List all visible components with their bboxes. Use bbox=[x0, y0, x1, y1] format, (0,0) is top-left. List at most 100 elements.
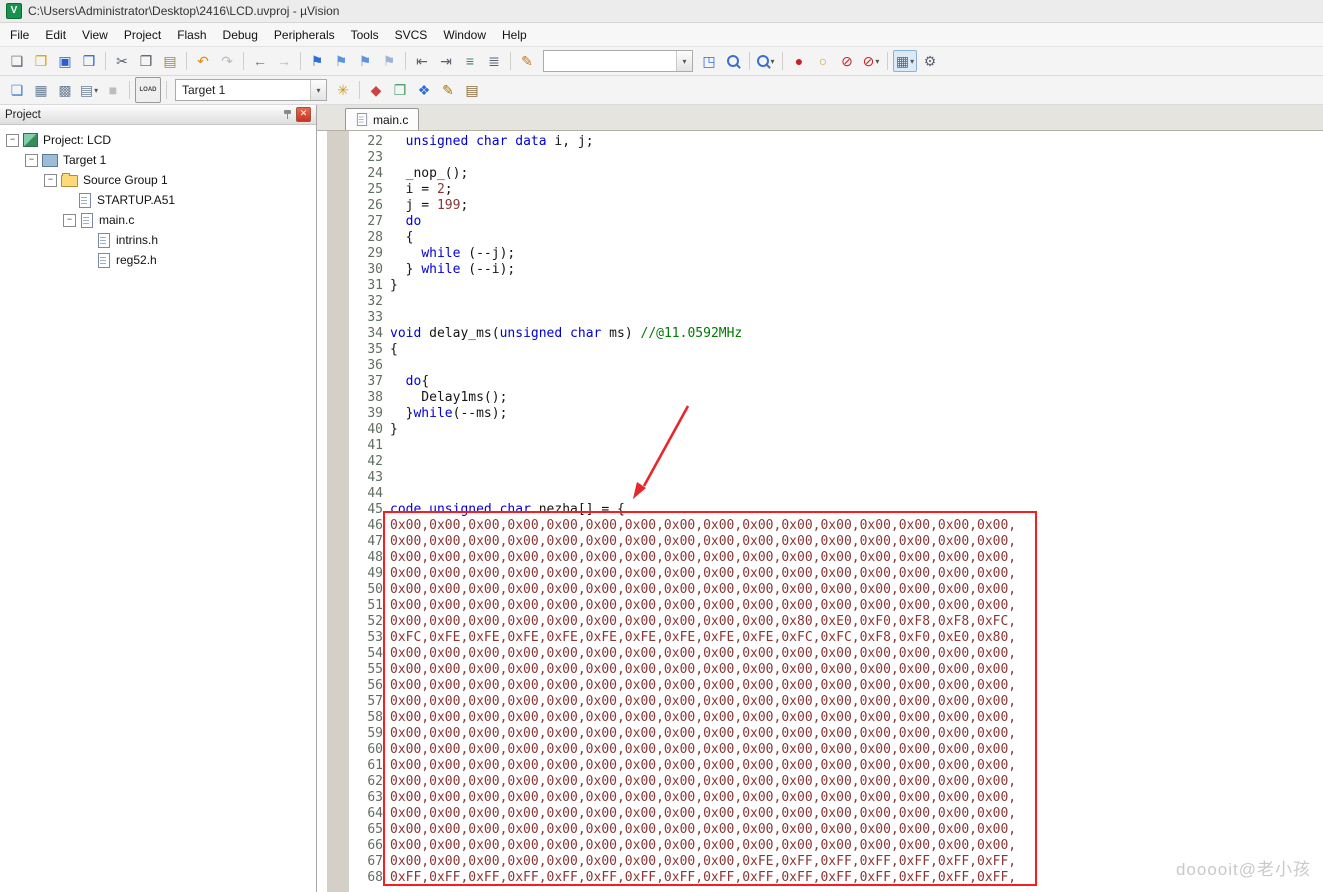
menu-file[interactable]: File bbox=[2, 25, 37, 45]
code-line[interactable]: 520x00,0x00,0x00,0x00,0x00,0x00,0x00,0x0… bbox=[317, 614, 1323, 630]
toggle-bookmark-icon[interactable]: ⚑ bbox=[306, 51, 328, 71]
disable-all-breakpoints-icon[interactable]: ⊘ bbox=[836, 51, 858, 71]
copy-icon[interactable]: ❐ bbox=[135, 51, 157, 71]
code-line[interactable]: 670x00,0x00,0x00,0x00,0x00,0x00,0x00,0x0… bbox=[317, 854, 1323, 870]
code-line[interactable]: 40} bbox=[317, 422, 1323, 438]
close-panel-button[interactable]: ✕ bbox=[296, 107, 311, 122]
code-line[interactable]: 34void delay_ms(unsigned char ms) //@11.… bbox=[317, 326, 1323, 342]
configure-tools-icon[interactable]: ⚙ bbox=[919, 51, 941, 71]
tree-item-target-1[interactable]: −Target 1 bbox=[0, 150, 316, 170]
code-line[interactable]: 550x00,0x00,0x00,0x00,0x00,0x00,0x00,0x0… bbox=[317, 662, 1323, 678]
insert-breakpoint-icon[interactable]: ● bbox=[788, 51, 810, 71]
code-line[interactable]: 36 bbox=[317, 358, 1323, 374]
expander-icon[interactable]: − bbox=[25, 154, 38, 167]
prev-bookmark-icon[interactable]: ⚑ bbox=[330, 51, 352, 71]
code-line[interactable]: 460x00,0x00,0x00,0x00,0x00,0x00,0x00,0x0… bbox=[317, 518, 1323, 534]
code-line[interactable]: 470x00,0x00,0x00,0x00,0x00,0x00,0x00,0x0… bbox=[317, 534, 1323, 550]
kill-all-breakpoints-icon[interactable]: ⊘▾ bbox=[860, 51, 882, 71]
code-line[interactable]: 37 do{ bbox=[317, 374, 1323, 390]
search-input[interactable] bbox=[544, 54, 676, 68]
tree-item-intrins-h[interactable]: intrins.h bbox=[0, 230, 316, 250]
menu-debug[interactable]: Debug bbox=[215, 25, 266, 45]
tree-item-project-lcd[interactable]: −Project: LCD bbox=[0, 130, 316, 150]
code-line[interactable]: 630x00,0x00,0x00,0x00,0x00,0x00,0x00,0x0… bbox=[317, 790, 1323, 806]
navigate-forward-icon[interactable]: → bbox=[273, 51, 295, 71]
save-all-icon[interactable]: ❒ bbox=[78, 51, 100, 71]
code-line[interactable]: 31} bbox=[317, 278, 1323, 294]
next-bookmark-icon[interactable]: ⚑ bbox=[354, 51, 376, 71]
code-line[interactable]: 42 bbox=[317, 454, 1323, 470]
code-line[interactable]: 30 } while (--i); bbox=[317, 262, 1323, 278]
search-dropdown-icon[interactable]: ▾ bbox=[676, 51, 692, 71]
title-bar[interactable]: V C:\Users\Administrator\Desktop\2416\LC… bbox=[0, 0, 1323, 23]
menu-help[interactable]: Help bbox=[494, 25, 535, 45]
code-line[interactable]: 480x00,0x00,0x00,0x00,0x00,0x00,0x00,0x0… bbox=[317, 550, 1323, 566]
tree-item-reg52-h[interactable]: reg52.h bbox=[0, 250, 316, 270]
manage-components-icon[interactable]: ✎ bbox=[437, 80, 459, 100]
options-for-target-icon[interactable]: ◆ bbox=[365, 80, 387, 100]
code-line[interactable]: 610x00,0x00,0x00,0x00,0x00,0x00,0x00,0x0… bbox=[317, 758, 1323, 774]
indent-icon[interactable]: ⇥ bbox=[435, 51, 457, 71]
menu-flash[interactable]: Flash bbox=[169, 25, 214, 45]
expander-icon[interactable]: − bbox=[44, 174, 57, 187]
code-line[interactable]: 640x00,0x00,0x00,0x00,0x00,0x00,0x00,0x0… bbox=[317, 806, 1323, 822]
menu-project[interactable]: Project bbox=[116, 25, 169, 45]
expander-icon[interactable]: − bbox=[63, 214, 76, 227]
tree-item-startup-a51[interactable]: STARTUP.A51 bbox=[0, 190, 316, 210]
code-line[interactable]: 660x00,0x00,0x00,0x00,0x00,0x00,0x00,0x0… bbox=[317, 838, 1323, 854]
code-line[interactable]: 35{ bbox=[317, 342, 1323, 358]
code-line[interactable]: 38 Delay1ms(); bbox=[317, 390, 1323, 406]
navigate-back-icon[interactable]: ← bbox=[249, 51, 271, 71]
clear-bookmarks-icon[interactable]: ⚑ bbox=[378, 51, 400, 71]
new-file-icon[interactable]: ❏ bbox=[6, 51, 28, 71]
code-line[interactable]: 540x00,0x00,0x00,0x00,0x00,0x00,0x00,0x0… bbox=[317, 646, 1323, 662]
code-line[interactable]: 560x00,0x00,0x00,0x00,0x00,0x00,0x00,0x0… bbox=[317, 678, 1323, 694]
code-line[interactable]: 510x00,0x00,0x00,0x00,0x00,0x00,0x00,0x0… bbox=[317, 598, 1323, 614]
code-line[interactable]: 44 bbox=[317, 486, 1323, 502]
code-line[interactable]: 590x00,0x00,0x00,0x00,0x00,0x00,0x00,0x0… bbox=[317, 726, 1323, 742]
tree-item-source-group-1[interactable]: −Source Group 1 bbox=[0, 170, 316, 190]
build-icon[interactable]: ▦ bbox=[30, 80, 52, 100]
save-icon[interactable]: ▣ bbox=[54, 51, 76, 71]
menu-peripherals[interactable]: Peripherals bbox=[266, 25, 343, 45]
menu-window[interactable]: Window bbox=[435, 25, 494, 45]
find-icon[interactable] bbox=[722, 51, 744, 71]
code-line[interactable]: 500x00,0x00,0x00,0x00,0x00,0x00,0x00,0x0… bbox=[317, 582, 1323, 598]
menu-edit[interactable]: Edit bbox=[37, 25, 74, 45]
code-line[interactable]: 27 do bbox=[317, 214, 1323, 230]
code-line[interactable]: 33 bbox=[317, 310, 1323, 326]
file-extensions-icon[interactable]: ❐ bbox=[389, 80, 411, 100]
paste-icon[interactable]: ▤ bbox=[159, 51, 181, 71]
window-layout-icon[interactable]: ▦▾ bbox=[893, 50, 917, 72]
tree-item-main-c[interactable]: −main.c bbox=[0, 210, 316, 230]
code-line[interactable]: 25 i = 2; bbox=[317, 182, 1323, 198]
code-line[interactable]: 28 { bbox=[317, 230, 1323, 246]
code-line[interactable]: 600x00,0x00,0x00,0x00,0x00,0x00,0x00,0x0… bbox=[317, 742, 1323, 758]
cut-icon[interactable]: ✂ bbox=[111, 51, 133, 71]
code-line[interactable]: 29 while (--j); bbox=[317, 246, 1323, 262]
code-line[interactable]: 570x00,0x00,0x00,0x00,0x00,0x00,0x00,0x0… bbox=[317, 694, 1323, 710]
code-line[interactable]: 620x00,0x00,0x00,0x00,0x00,0x00,0x00,0x0… bbox=[317, 774, 1323, 790]
rebuild-all-icon[interactable]: ▩ bbox=[54, 80, 76, 100]
expander-icon[interactable]: − bbox=[6, 134, 19, 147]
menu-svcs[interactable]: SVCS bbox=[387, 25, 436, 45]
menu-tools[interactable]: Tools bbox=[343, 25, 387, 45]
code-line[interactable]: 26 j = 199; bbox=[317, 198, 1323, 214]
enable-breakpoint-icon[interactable]: ○ bbox=[812, 51, 834, 71]
code-line[interactable]: 680xFF,0xFF,0xFF,0xFF,0xFF,0xFF,0xFF,0xF… bbox=[317, 870, 1323, 886]
code-line[interactable]: 32 bbox=[317, 294, 1323, 310]
code-line[interactable]: 43 bbox=[317, 470, 1323, 486]
flash-config-icon[interactable]: ✳ bbox=[332, 80, 354, 100]
code-line[interactable]: 530xFC,0xFE,0xFE,0xFE,0xFE,0xFE,0xFE,0xF… bbox=[317, 630, 1323, 646]
chevron-down-icon[interactable]: ▾ bbox=[310, 80, 326, 100]
target-select[interactable]: Target 1▾ bbox=[175, 79, 327, 101]
environment-icon[interactable]: ❖ bbox=[413, 80, 435, 100]
code-line[interactable]: 650x00,0x00,0x00,0x00,0x00,0x00,0x00,0x0… bbox=[317, 822, 1323, 838]
pin-icon[interactable] bbox=[282, 109, 293, 120]
books-icon[interactable]: ▤ bbox=[461, 80, 483, 100]
tab-main-c[interactable]: main.c bbox=[345, 108, 419, 130]
batch-build-icon[interactable]: ▤▾ bbox=[78, 80, 100, 100]
redo-icon[interactable]: ↷ bbox=[216, 51, 238, 71]
menu-view[interactable]: View bbox=[74, 25, 116, 45]
magnifier-menu-icon[interactable]: ▾ bbox=[755, 51, 777, 71]
